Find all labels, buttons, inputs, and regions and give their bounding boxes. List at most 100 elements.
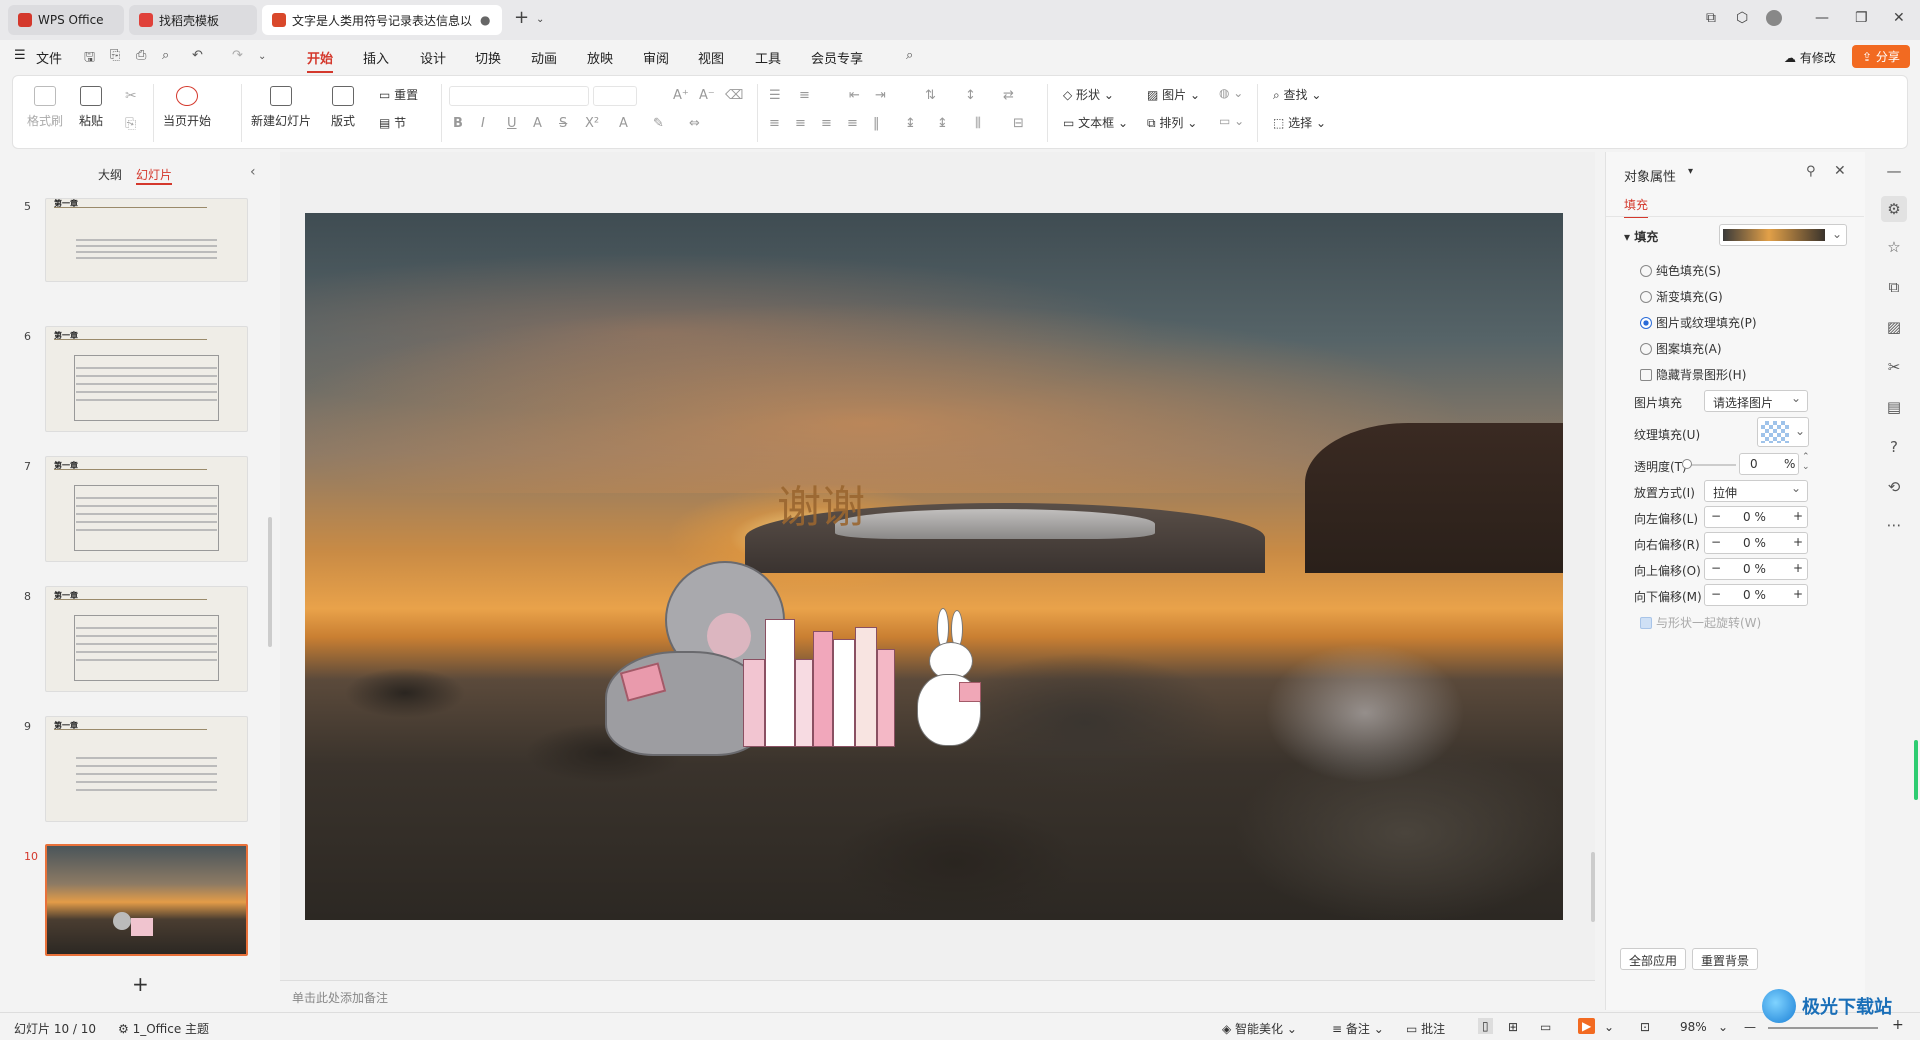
menu-review[interactable]: 审阅 bbox=[643, 48, 669, 67]
reading-view-icon[interactable]: ▭ bbox=[1540, 1020, 1551, 1034]
text-box-align-icon[interactable]: ⊟ bbox=[1013, 116, 1024, 131]
tab-slides[interactable]: 幻灯片 bbox=[136, 166, 173, 185]
rotate-with-shape-checkbox[interactable]: 与形状一起旋转(W) bbox=[1640, 614, 1761, 631]
textbox-button[interactable]: ▭ 文本框 ⌄ bbox=[1063, 114, 1128, 131]
apply-all-button[interactable]: 全部应用 bbox=[1620, 948, 1687, 970]
offset-top-stepper[interactable]: − 0 % + bbox=[1704, 558, 1808, 580]
copy-icon[interactable]: ⎘ bbox=[125, 116, 136, 132]
collapse-panel-icon[interactable]: ‹ bbox=[250, 164, 256, 180]
hide-bg-checkbox[interactable]: 隐藏背景图形(H) bbox=[1640, 366, 1746, 383]
backup-icon[interactable]: ⟲ bbox=[1885, 478, 1903, 496]
slide-thumbnail-9[interactable]: 第一章 bbox=[45, 716, 248, 822]
layout-button[interactable]: 版式 bbox=[331, 86, 355, 129]
fill-section-header[interactable]: ▾ 填充 bbox=[1624, 228, 1658, 245]
sorter-view-icon[interactable]: ⊞ bbox=[1508, 1020, 1518, 1034]
tab-list-icon[interactable]: ⌄ bbox=[536, 14, 544, 25]
distribute-icon[interactable]: ‖ bbox=[873, 116, 880, 131]
avatar[interactable] bbox=[1766, 10, 1782, 26]
slide-thumbnail-7[interactable]: 第一章 bbox=[45, 456, 248, 562]
pattern-fill-option[interactable]: 图案填充(A) bbox=[1640, 340, 1722, 357]
outline-icon[interactable]: ▭ ⌄ bbox=[1219, 114, 1244, 128]
sort-icon[interactable]: ↕ bbox=[965, 88, 976, 103]
chevron-down-icon[interactable]: ▾ bbox=[1688, 166, 1693, 177]
zoom-level[interactable]: 98% bbox=[1680, 1020, 1707, 1034]
font-size-select[interactable] bbox=[593, 86, 637, 106]
menu-animation[interactable]: 动画 bbox=[531, 48, 557, 67]
tab-outline[interactable]: 大纲 bbox=[98, 166, 122, 183]
slide-thumbnail-6[interactable]: 第一章 bbox=[45, 326, 248, 432]
plus-icon[interactable]: + bbox=[1793, 535, 1803, 549]
normal-view-icon[interactable]: ▯ bbox=[1478, 1018, 1493, 1034]
file-menu[interactable]: 文件 bbox=[36, 48, 62, 67]
select-button[interactable]: ⬚ 选择 ⌄ bbox=[1273, 114, 1326, 131]
minus-icon[interactable]: − bbox=[1711, 587, 1721, 601]
grow-font-icon[interactable]: A⁺ bbox=[673, 88, 689, 103]
strikethrough-icon[interactable]: S bbox=[559, 116, 567, 131]
picture-fill-option[interactable]: 图片或纹理填充(P) bbox=[1640, 314, 1757, 331]
tab-fill[interactable]: 填充 bbox=[1624, 196, 1649, 218]
collapse-icon[interactable]: — bbox=[1885, 162, 1903, 180]
fill-icon[interactable]: ◍ ⌄ bbox=[1219, 86, 1243, 100]
format-brush-button[interactable]: 格式刷 bbox=[27, 86, 63, 129]
superscript-icon[interactable]: X² bbox=[585, 116, 599, 131]
shadow-icon[interactable]: A bbox=[533, 116, 542, 131]
more-icon[interactable]: ⋯ bbox=[1885, 516, 1903, 534]
comments-button[interactable]: ▭ 批注 bbox=[1406, 1020, 1445, 1037]
properties-icon[interactable]: ⚙ bbox=[1881, 196, 1907, 222]
zoom-slider-track[interactable] bbox=[1768, 1027, 1878, 1029]
tab-template[interactable]: 找稻壳模板 bbox=[129, 5, 257, 35]
plus-icon[interactable]: + bbox=[1793, 561, 1803, 575]
transparency-spinner-icon[interactable]: ⌃ ⌄ bbox=[1802, 452, 1810, 472]
preview-icon[interactable]: ⌕ bbox=[162, 48, 169, 63]
section-button[interactable]: ▤ 节 bbox=[379, 114, 406, 131]
menu-design[interactable]: 设计 bbox=[420, 48, 446, 67]
gradient-fill-option[interactable]: 渐变填充(G) bbox=[1640, 288, 1723, 305]
theme-indicator[interactable]: ⚙ 1_Office 主题 bbox=[118, 1020, 209, 1037]
picture-tool-icon[interactable]: ▨ bbox=[1885, 318, 1903, 336]
minus-icon[interactable]: − bbox=[1711, 535, 1721, 549]
slide-thumbnail-10[interactable] bbox=[45, 844, 248, 956]
menu-tools[interactable]: 工具 bbox=[755, 48, 781, 67]
slide-title[interactable]: 谢谢 bbox=[777, 471, 865, 535]
window-mode-icon[interactable]: ⧉ bbox=[1706, 10, 1716, 26]
slide-thumbnail-5[interactable]: 第一章 bbox=[45, 198, 248, 282]
books-illustration[interactable] bbox=[743, 619, 895, 747]
convert-icon[interactable]: ⇄ bbox=[1003, 88, 1014, 103]
shrink-font-icon[interactable]: A⁻ bbox=[699, 88, 715, 103]
new-tab-button[interactable]: + bbox=[514, 7, 529, 28]
font-family-select[interactable] bbox=[449, 86, 589, 106]
reset-background-button[interactable]: 重置背景 bbox=[1692, 948, 1759, 970]
menu-insert[interactable]: 插入 bbox=[363, 48, 389, 67]
menu-member[interactable]: 会员专享 bbox=[811, 48, 863, 67]
cube-icon[interactable]: ⬡ bbox=[1736, 10, 1748, 26]
fit-window-icon[interactable]: ⊡ bbox=[1640, 1020, 1650, 1034]
find-button[interactable]: ⌕ 查找 ⌄ bbox=[1273, 86, 1321, 103]
numbering-icon[interactable]: ≡ bbox=[799, 88, 810, 103]
notes-area[interactable]: 单击此处添加备注 bbox=[280, 980, 1595, 1010]
char-spacing-icon[interactable]: ⇔ bbox=[689, 116, 700, 131]
picture-button[interactable]: ▨ 图片 ⌄ bbox=[1147, 86, 1200, 103]
paragraph-spacing-icon[interactable]: ↨ bbox=[937, 116, 948, 131]
align-center-icon[interactable]: ≡ bbox=[795, 116, 806, 131]
clear-format-icon[interactable]: ⌫ bbox=[725, 88, 743, 103]
menu-home[interactable]: 开始 bbox=[307, 48, 334, 73]
print-icon[interactable]: ⎙ bbox=[136, 48, 146, 63]
underline-icon[interactable]: U bbox=[507, 116, 517, 131]
italic-icon[interactable]: I bbox=[481, 116, 485, 131]
cut-icon[interactable]: ✂ bbox=[125, 88, 137, 104]
offset-right-stepper[interactable]: − 0 % + bbox=[1704, 532, 1808, 554]
beautify-button[interactable]: ◈ 智能美化 ⌄ bbox=[1222, 1020, 1297, 1037]
plus-icon[interactable]: + bbox=[1793, 509, 1803, 523]
save-icon[interactable]: 🖫 bbox=[84, 48, 95, 70]
menu-view[interactable]: 视图 bbox=[698, 48, 724, 67]
texture-fill-select[interactable]: ⌄ bbox=[1757, 417, 1809, 447]
minimize-icon[interactable]: — bbox=[1815, 10, 1829, 26]
document-icon[interactable]: ▤ bbox=[1885, 398, 1903, 416]
picture-fill-select[interactable]: 请选择图片 bbox=[1704, 390, 1808, 412]
zoom-out-icon[interactable]: — bbox=[1744, 1020, 1756, 1034]
hamburger-icon[interactable]: ☰ bbox=[14, 48, 26, 63]
minus-icon[interactable]: − bbox=[1711, 509, 1721, 523]
panel-scrollbar[interactable] bbox=[268, 517, 272, 647]
highlight-icon[interactable]: ✎ bbox=[653, 116, 664, 131]
slide-thumbnail-8[interactable]: 第一章 bbox=[45, 586, 248, 692]
